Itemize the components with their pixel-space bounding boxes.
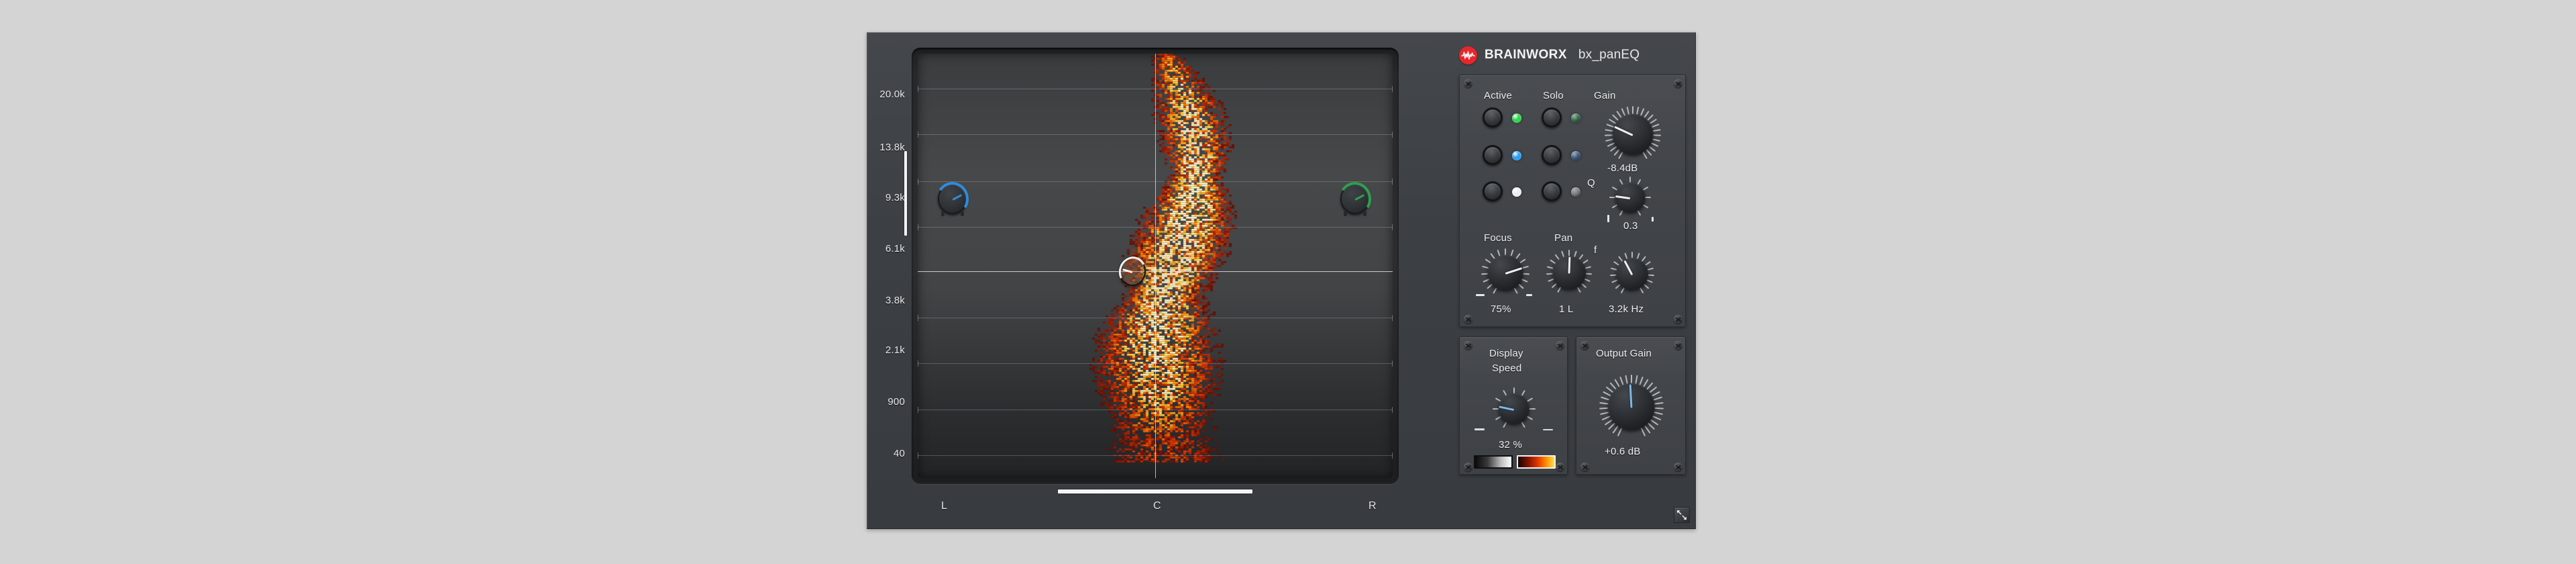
spectrogram-bezel — [912, 48, 1399, 484]
active-button-3[interactable] — [1483, 181, 1503, 201]
screw-2 — [1464, 315, 1472, 324]
band-mid-knob[interactable] — [1115, 252, 1150, 290]
band-low-knob[interactable] — [933, 179, 972, 219]
band-high-knob[interactable] — [1336, 179, 1375, 219]
freq-tick-2: 9.3k — [885, 191, 905, 203]
active-led-1 — [1512, 113, 1521, 123]
active-column-label: Active — [1484, 90, 1513, 101]
screw-3 — [1674, 463, 1682, 471]
q-min-mark — [1607, 215, 1609, 222]
pan-label: Pan — [1554, 232, 1573, 244]
freq-knob[interactable] — [1610, 252, 1654, 294]
display-speed-panel: Display Speed 32 % — [1459, 336, 1568, 475]
pan-label-0: L — [941, 500, 948, 512]
display-speed-label-line2: Speed — [1492, 363, 1522, 374]
focus-knob[interactable] — [1481, 248, 1529, 295]
solo-button-1[interactable] — [1542, 107, 1562, 128]
pan-label-1: C — [1153, 500, 1162, 512]
knob-ears — [1344, 211, 1367, 216]
brand-bar: BRAINWORX bx_panEQ — [1459, 45, 1640, 65]
output-gain-knob[interactable] — [1599, 375, 1664, 436]
resize-diagonal-icon[interactable] — [1674, 507, 1690, 523]
screw-3 — [1556, 463, 1564, 471]
grid-line-2 — [918, 178, 1393, 185]
active-led-2 — [1512, 151, 1521, 160]
pan-knob[interactable] — [1546, 250, 1592, 293]
screw-1 — [1556, 341, 1564, 350]
screw-0 — [1580, 341, 1589, 350]
fire-colormap[interactable] — [1517, 455, 1556, 469]
spectrum-section: 20.0k 13.8k 9.3k 6.1k 3.8k 2.1k 900 40 L C R — [867, 33, 1444, 530]
gain-value: -8.4dB — [1607, 162, 1638, 174]
brand-name: BRAINWORX — [1485, 48, 1567, 62]
screw-1 — [1674, 79, 1682, 88]
output-gain-value: +0.6 dB — [1605, 446, 1641, 457]
active-button-2[interactable] — [1483, 145, 1503, 165]
solo-led-1 — [1571, 113, 1580, 123]
cursor-vertical-line — [1155, 54, 1156, 478]
output-gain-panel: Output Gain +0.6 dB — [1576, 336, 1686, 475]
grid-line-7 — [918, 452, 1393, 459]
screw-0 — [1464, 341, 1472, 350]
brainworx-waveform-icon — [1459, 46, 1477, 64]
cursor-horizontal-line — [918, 271, 1393, 272]
q-max-mark — [1652, 217, 1654, 222]
solo-column-label: Solo — [1543, 90, 1564, 101]
spectrogram-display[interactable] — [918, 54, 1393, 478]
output-gain-label: Output Gain — [1596, 348, 1652, 359]
solo-led-2 — [1571, 151, 1580, 160]
knob-ears — [941, 211, 964, 216]
focus-min-mark — [1476, 294, 1485, 296]
display-speed-value: 32 % — [1499, 439, 1522, 451]
freq-tick-7: 40 — [893, 447, 905, 459]
band-controls-panel: Active Solo Gain -8.4dB Q 0.3 Focus 75% Pan 1 L f 3… — [1459, 75, 1686, 327]
focus-max-mark — [1526, 294, 1532, 296]
solo-button-2[interactable] — [1542, 145, 1562, 165]
grid-line-3 — [918, 224, 1393, 230]
freq-value: 3.2k Hz — [1609, 303, 1644, 315]
control-column: BRAINWORX bx_panEQ Active Solo Gain -8.4dB Q… — [1448, 33, 1697, 530]
speed-max-mark — [1543, 429, 1553, 430]
grid-line-5 — [918, 361, 1393, 367]
speed-min-mark — [1474, 428, 1485, 430]
freq-label: f — [1594, 244, 1597, 256]
screw-3 — [1674, 315, 1682, 324]
freq-tick-0: 20.0k — [879, 89, 905, 101]
display-speed-label-line1: Display — [1489, 348, 1523, 359]
q-label: Q — [1587, 177, 1595, 189]
pan-value: 1 L — [1559, 303, 1574, 315]
solo-button-3[interactable] — [1542, 181, 1562, 201]
freq-tick-4: 3.8k — [885, 294, 905, 306]
product-name: bx_panEQ — [1578, 48, 1640, 62]
band-range-indicator[interactable] — [904, 151, 907, 236]
solo-led-3 — [1571, 187, 1580, 197]
display-speed-knob[interactable] — [1493, 387, 1536, 428]
freq-tick-1: 13.8k — [879, 142, 905, 154]
pan-scrollbar-thumb[interactable] — [1057, 489, 1253, 493]
q-knob[interactable] — [1609, 177, 1651, 216]
freq-tick-3: 6.1k — [885, 243, 905, 255]
freq-tick-6: 900 — [888, 395, 905, 408]
freq-tick-5: 2.1k — [885, 344, 905, 357]
gain-knob[interactable] — [1604, 106, 1662, 160]
pan-label-2: R — [1368, 500, 1377, 512]
focus-label: Focus — [1484, 232, 1512, 244]
pan-scrollbar-track[interactable] — [912, 488, 1399, 495]
q-value: 0.3 — [1623, 220, 1638, 232]
gain-label: Gain — [1594, 90, 1616, 101]
screw-2 — [1580, 463, 1589, 471]
frequency-axis: 20.0k 13.8k 9.3k 6.1k 3.8k 2.1k 900 40 — [867, 33, 909, 496]
active-led-3 — [1512, 187, 1521, 197]
grid-line-1 — [918, 132, 1393, 138]
plugin-window: 20.0k 13.8k 9.3k 6.1k 3.8k 2.1k 900 40 L C R BRAI… — [867, 32, 1696, 529]
screw-1 — [1674, 341, 1682, 350]
active-button-1[interactable] — [1483, 107, 1503, 128]
screw-2 — [1464, 463, 1472, 471]
grayscale-colormap[interactable] — [1474, 455, 1513, 469]
focus-value: 75% — [1491, 303, 1511, 315]
screw-0 — [1464, 79, 1472, 88]
